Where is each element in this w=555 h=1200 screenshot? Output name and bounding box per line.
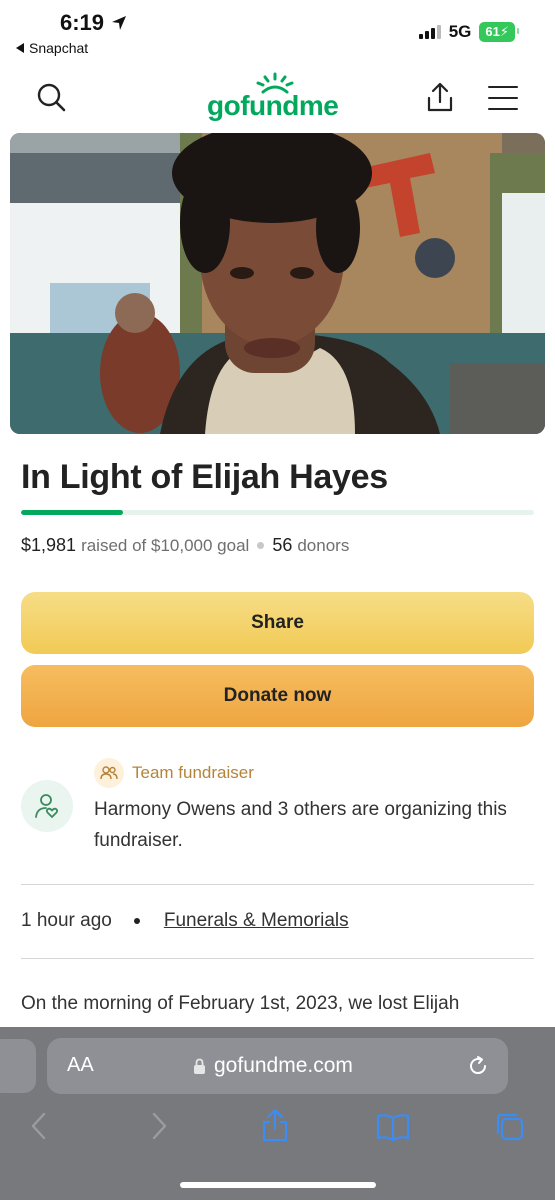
header-share-button[interactable] — [424, 80, 456, 114]
donate-now-button[interactable]: Donate now — [21, 665, 534, 727]
menu-button[interactable] — [488, 86, 518, 110]
status-time: 6:19 — [60, 10, 128, 36]
team-fundraiser-badge: Team fundraiser — [94, 758, 254, 788]
campaign-photo[interactable] — [10, 133, 545, 434]
campaign-title: In Light of Elijah Hayes — [21, 458, 388, 496]
site-header: gofundme — [0, 66, 555, 128]
signal-icon — [418, 25, 441, 39]
browser-toolbar: AA gofundme.com — [0, 1027, 555, 1200]
created-time: 1 hour ago — [21, 910, 112, 931]
organizer-avatar — [21, 780, 73, 832]
bullet — [133, 918, 140, 924]
share-icon — [427, 82, 453, 112]
menu-icon-line — [488, 108, 518, 110]
bookmarks-icon[interactable] — [376, 1113, 410, 1141]
team-fundraiser-label: Team fundraiser — [132, 763, 254, 782]
back-chevron-icon[interactable] — [30, 1111, 48, 1141]
donor-label: donors — [297, 535, 350, 555]
search-button[interactable] — [36, 82, 68, 114]
browser-nav-toolbar — [0, 1108, 555, 1151]
share-button[interactable]: Share — [21, 592, 534, 654]
progress-bar — [21, 510, 534, 515]
organizer-text: Harmony Owens and 3 others are organizin… — [94, 799, 507, 851]
team-icon — [100, 766, 118, 780]
user-heart-icon — [35, 794, 59, 818]
url-text: gofundme.com — [214, 1054, 353, 1077]
tabs-icon[interactable] — [494, 1111, 526, 1143]
gofundme-logo[interactable]: gofundme — [207, 72, 352, 124]
campaign-meta: 1 hour ago Funerals & Memorials — [21, 910, 349, 932]
location-arrow-icon — [112, 16, 127, 30]
address-bar[interactable]: AA gofundme.com — [47, 1038, 508, 1094]
menu-icon-line — [488, 86, 518, 88]
story-text: On the morning of February 1st, 2023, we… — [21, 993, 460, 1014]
previous-tab-preview[interactable] — [0, 1039, 36, 1093]
back-app-label: Snapchat — [29, 40, 89, 56]
logo-text: gofundme — [207, 90, 339, 121]
category-link[interactable]: Funerals & Memorials — [164, 910, 349, 932]
status-indicators: 5G 61⚡ — [418, 22, 519, 42]
menu-icon-line — [488, 97, 518, 99]
share-icon[interactable] — [260, 1107, 290, 1143]
back-triangle-icon — [16, 43, 24, 53]
campaign-stats: $1,981 raised of $10,000 goal 56 donors — [21, 535, 349, 556]
team-icon-wrap — [94, 758, 124, 788]
home-indicator — [180, 1182, 376, 1188]
reload-icon[interactable] — [466, 1054, 490, 1078]
time-text: 6:19 — [60, 10, 105, 35]
separator-dot — [257, 542, 265, 549]
divider — [21, 884, 534, 885]
amount-raised: $1,981 — [21, 535, 77, 555]
forward-chevron-icon[interactable] — [150, 1111, 168, 1141]
donor-count: 56 — [272, 535, 293, 555]
status-bar: 6:19 Snapchat 5G 61⚡ — [0, 0, 555, 62]
battery-level: 61 — [485, 24, 500, 39]
progress-fill — [21, 510, 123, 515]
campaign-photo-image — [10, 133, 545, 434]
goal-text: raised of $10,000 goal — [81, 535, 250, 555]
reader-settings-button[interactable]: AA — [67, 1054, 94, 1077]
network-label: 5G — [448, 22, 472, 41]
divider — [21, 958, 534, 959]
lock-icon — [194, 1058, 205, 1074]
search-icon — [37, 83, 66, 112]
battery-icon: 61⚡ — [479, 22, 519, 42]
back-to-app-link[interactable]: Snapchat — [16, 40, 88, 56]
url-display[interactable]: gofundme.com — [193, 1054, 353, 1078]
